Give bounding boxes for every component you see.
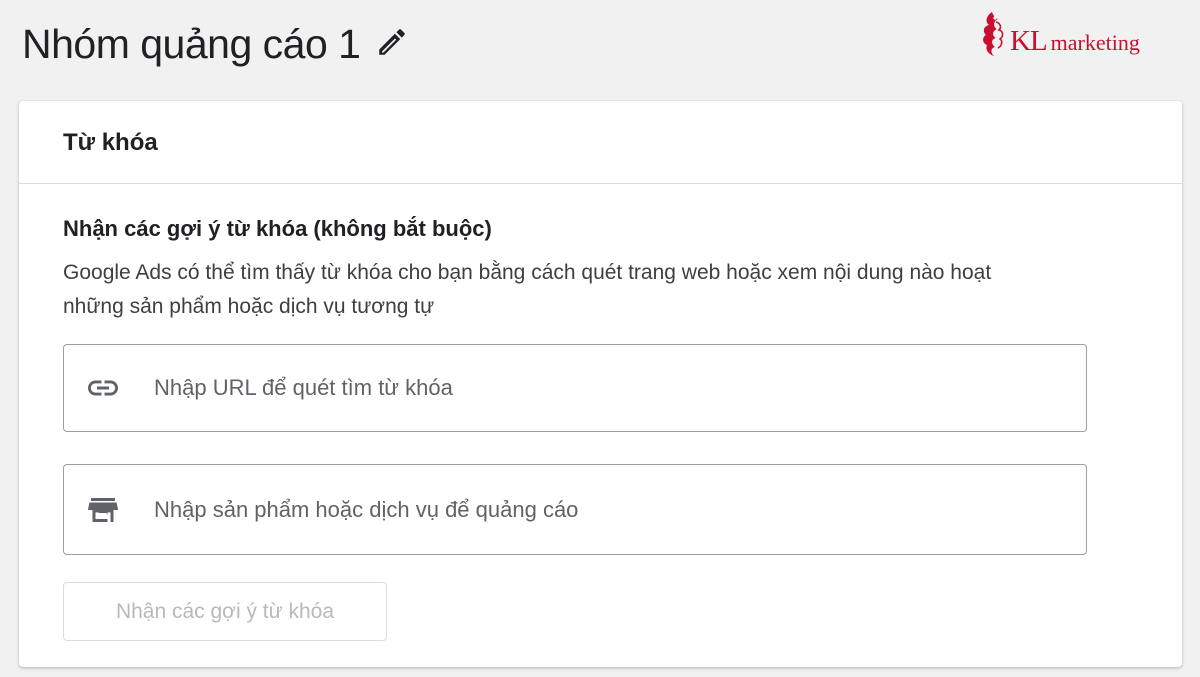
- page-title: Nhóm quảng cáo 1: [22, 21, 361, 67]
- section-heading: Nhận các gợi ý từ khóa (không bắt buộc): [63, 216, 492, 241]
- product-input-box[interactable]: [63, 464, 1087, 555]
- url-input-box[interactable]: [63, 344, 1087, 432]
- logo-marketing-text: marketing: [1050, 30, 1140, 55]
- section-description: Google Ads có thể tìm thấy từ khóa cho b…: [63, 256, 1173, 324]
- edit-title-button[interactable]: [372, 22, 412, 62]
- get-keyword-suggestions-button[interactable]: Nhận các gợi ý từ khóa: [63, 582, 387, 641]
- product-input[interactable]: [154, 496, 1054, 523]
- link-icon: [84, 369, 122, 407]
- card-title: Từ khóa: [63, 129, 158, 156]
- description-line-2: những sản phẩm hoặc dịch vụ tương tự: [63, 295, 435, 318]
- card-divider: [19, 183, 1182, 184]
- url-input[interactable]: [154, 375, 1054, 401]
- page-header: Nhóm quảng cáo 1 KL marketing: [0, 0, 1200, 100]
- kl-marketing-logo: KL marketing: [978, 8, 1140, 58]
- phoenix-logo-icon: [983, 12, 1004, 56]
- keywords-card: Từ khóa Nhận các gợi ý từ khóa (không bắ…: [19, 101, 1182, 667]
- storefront-icon: [84, 491, 122, 529]
- logo-kl-text: KL: [1010, 25, 1048, 57]
- pencil-icon: [379, 29, 405, 55]
- description-line-1: Google Ads có thể tìm thấy từ khóa cho b…: [63, 261, 992, 284]
